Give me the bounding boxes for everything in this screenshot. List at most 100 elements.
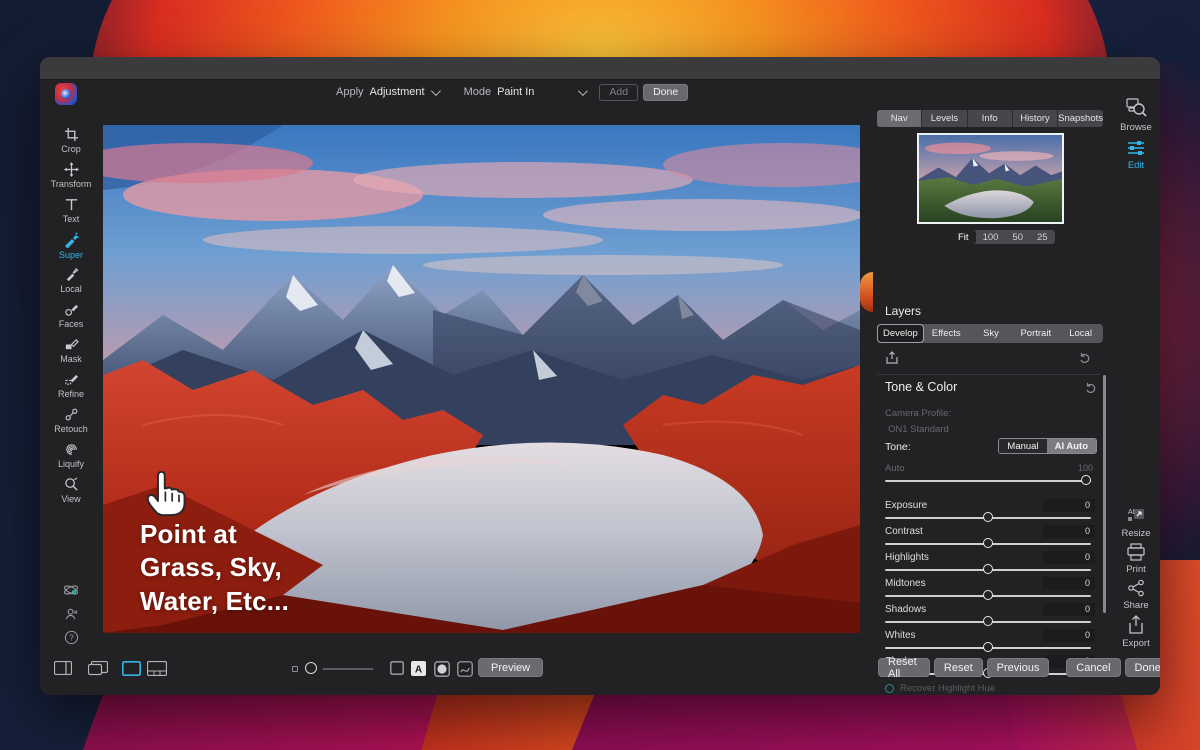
navigator-thumbnail[interactable] [917,133,1064,224]
slider-handle[interactable] [983,616,993,626]
slider-handle[interactable] [983,538,993,548]
tone-sliders: Exposure 0 Contrast 0 Highlights 0 Midto… [875,498,1107,680]
module-export[interactable]: Export [1112,615,1160,649]
tool-liquify[interactable]: Liquify [40,438,102,473]
preview-button[interactable]: Preview [478,658,543,677]
contrast-slider[interactable] [885,543,1091,545]
zoom-level-bar: Fit 100 50 25 [951,230,1055,244]
brush-size-track[interactable] [323,668,373,670]
window-titlebar[interactable] [40,57,1160,80]
filmstrip-view-icon[interactable] [147,661,167,676]
tab-history[interactable]: History [1013,110,1058,127]
previous-button[interactable]: Previous [987,658,1050,677]
layers-section-label[interactable]: Layers [885,304,921,318]
highlights-slider[interactable] [885,569,1091,571]
slider-row-shadows: Shadows 0 [875,602,1107,628]
tab-effects[interactable]: Effects [924,324,969,343]
module-browse[interactable]: Browse [1112,97,1160,133]
save-preset-icon[interactable] [885,351,899,365]
mask-overlay-icon[interactable] [434,661,450,677]
tone-manual-button[interactable]: Manual [999,439,1046,453]
shadows-slider[interactable] [885,621,1091,623]
tone-ai-auto-button[interactable]: AI Auto [1047,439,1096,453]
tab-nav[interactable]: Nav [877,110,922,127]
section-divider [877,374,1101,375]
tab-snapshots[interactable]: Snapshots [1058,110,1103,127]
cancel-button[interactable]: Cancel [1066,658,1120,677]
slider-value-field[interactable]: 0 [1043,525,1095,538]
tool-faces[interactable]: Faces [40,298,102,333]
tool-transform[interactable]: Transform [40,158,102,193]
recover-highlight-hue-toggle[interactable]: Recover Highlight Hue [885,683,995,694]
mode-dropdown[interactable]: Paint In [497,86,534,98]
add-button[interactable]: Add [599,84,638,101]
camera-profile-dropdown[interactable]: ON1 Standard [888,424,949,435]
panel-scrollbar[interactable] [1103,375,1106,613]
tool-crop[interactable]: Crop [40,123,102,158]
brush-size-handle[interactable] [305,662,317,674]
module-edit[interactable]: Edit [1112,139,1160,171]
local-brush-icon [64,267,79,282]
brush-size-min-icon [292,666,298,672]
module-share[interactable]: Share [1112,579,1160,611]
tool-super-select[interactable]: Super [40,228,102,263]
mask-alpha-icon[interactable]: A [411,661,426,676]
zoom-25-button[interactable]: 25 [1030,230,1055,244]
tool-local[interactable]: Local [40,263,102,298]
slider-handle[interactable] [983,512,993,522]
done-mask-button[interactable]: Done [643,84,688,101]
tool-mask[interactable]: Mask [40,333,102,368]
slider-handle[interactable] [983,590,993,600]
tool-text[interactable]: Text [40,193,102,228]
apply-dropdown[interactable]: Adjustment [370,86,425,98]
auto-slider-handle[interactable] [1081,475,1091,485]
tab-develop[interactable]: Develop [877,324,924,343]
whites-slider[interactable] [885,647,1091,649]
tab-portrait[interactable]: Portrait [1013,324,1058,343]
slider-handle[interactable] [983,642,993,652]
tab-sky[interactable]: Sky [969,324,1014,343]
single-view-icon[interactable] [122,661,141,676]
app-window: Apply Adjustment Mode Paint In Add Done … [40,57,1160,695]
zoom-50-button[interactable]: 50 [1005,230,1030,244]
panel-toggle-icon[interactable] [54,661,72,675]
module-print[interactable]: Print [1112,543,1160,575]
navigator-image [919,135,1062,222]
module-resize[interactable]: AI Resize [1112,505,1160,539]
slider-row-contrast: Contrast 0 [875,524,1107,550]
tab-local[interactable]: Local [1058,324,1103,343]
tool-refine[interactable]: Refine [40,368,102,403]
reset-tone-color-icon[interactable] [1085,382,1097,394]
slider-value-field[interactable]: 0 [1043,499,1095,512]
zoom-fit-button[interactable]: Fit [951,230,976,244]
slider-value-field[interactable]: 0 [1043,603,1095,616]
midtones-slider[interactable] [885,595,1091,597]
panel-collapse-handle[interactable] [860,272,873,312]
exposure-slider[interactable] [885,517,1091,519]
slider-value-field[interactable]: 0 [1043,629,1095,642]
tool-view[interactable]: View [40,473,102,508]
done-button[interactable]: Done [1125,658,1160,677]
photo-canvas[interactable]: Point at Grass, Sky, Water, Etc... [103,125,860,633]
super-select-wand-icon [63,232,79,248]
zoom-100-button[interactable]: 100 [976,230,1006,244]
faces-icon [64,302,79,317]
tab-levels[interactable]: Levels [922,110,967,127]
ai-learn-icon[interactable] [62,581,80,599]
dual-display-icon[interactable] [88,661,108,676]
reset-pane-icon[interactable] [1079,352,1091,364]
tone-color-title[interactable]: Tone & Color [885,380,957,394]
slider-handle[interactable] [983,564,993,574]
tab-info[interactable]: Info [968,110,1013,127]
auto-slider[interactable] [885,480,1091,482]
slider-value-field[interactable]: 0 [1043,577,1095,590]
help-icon[interactable]: ? [64,630,79,645]
slider-value-field[interactable]: 0 [1043,551,1095,564]
tool-retouch[interactable]: Retouch [40,403,102,438]
mask-view-off-icon[interactable] [390,661,404,675]
account-icon[interactable] [64,607,79,622]
curves-toggle-icon[interactable] [457,661,473,677]
reset-button[interactable]: Reset [934,658,983,677]
auto-slider-label: Auto [885,463,905,474]
reset-all-button[interactable]: Reset All [878,658,930,677]
